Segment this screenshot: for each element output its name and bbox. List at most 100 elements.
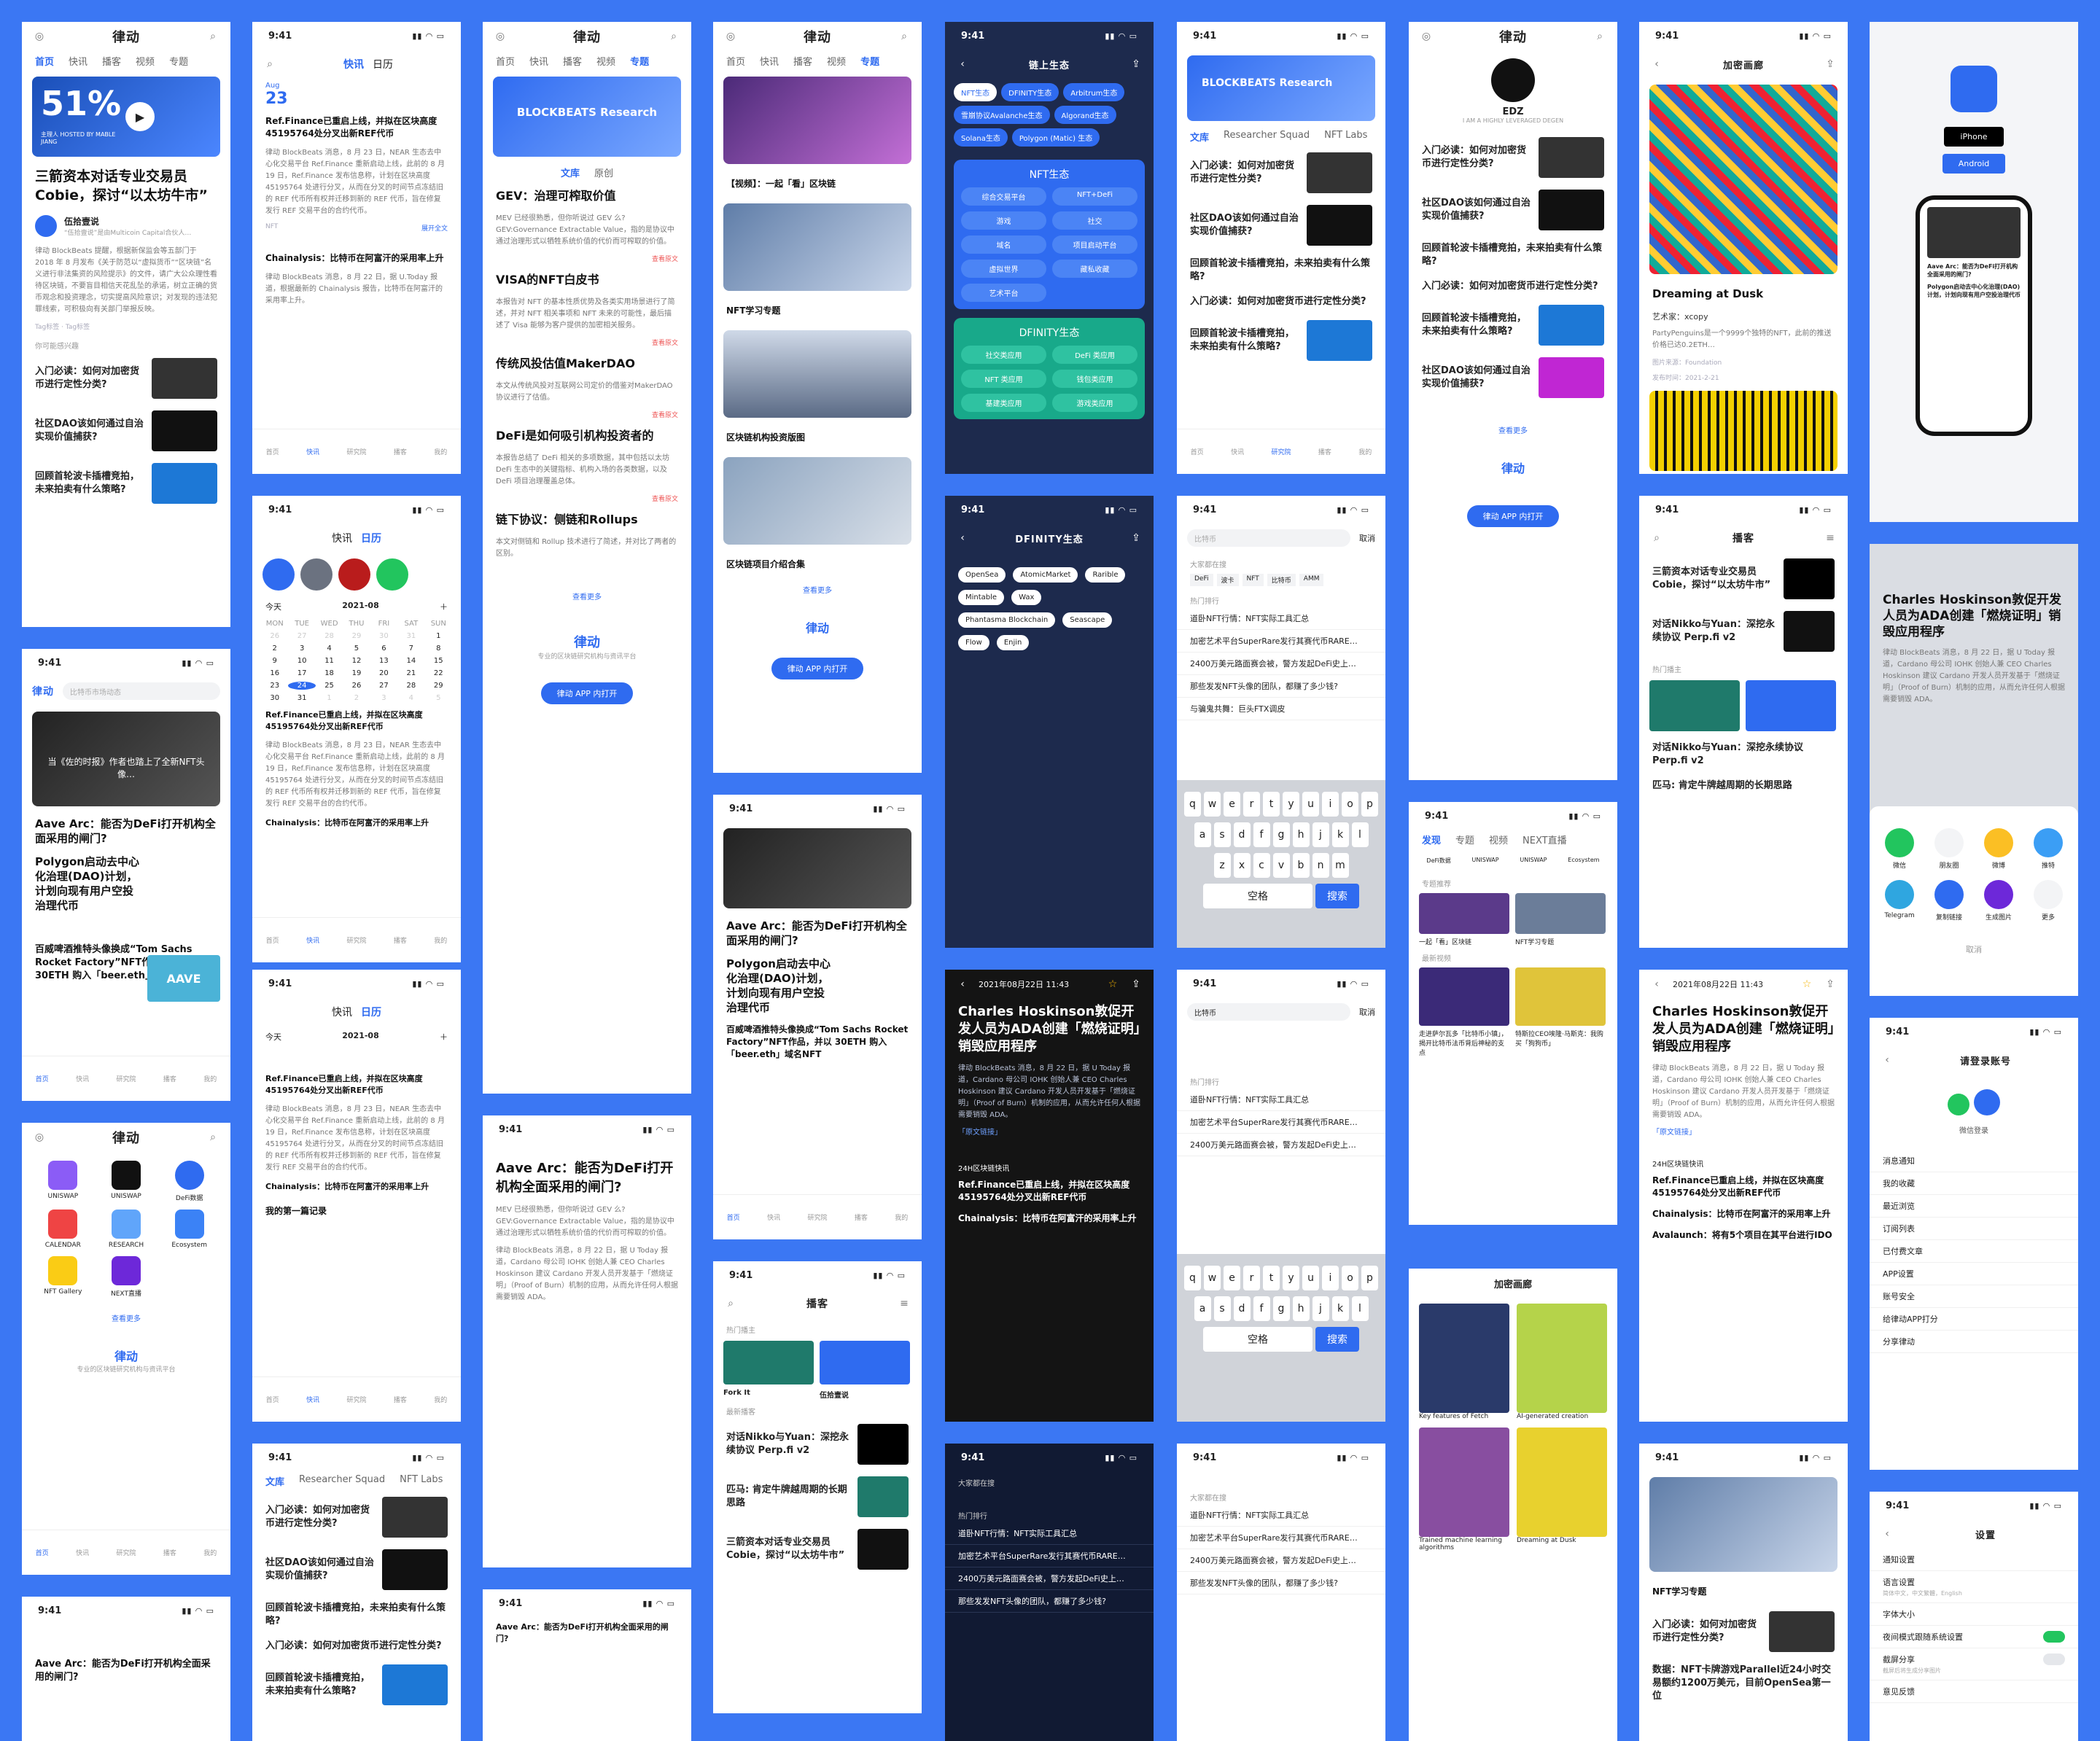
user-icon[interactable]: ◎ <box>32 1130 47 1145</box>
podcast-thumb[interactable] <box>820 1341 910 1384</box>
android-download-button[interactable]: Android <box>1942 154 2006 174</box>
calendar-day[interactable]: 21 <box>397 669 424 677</box>
share-icon[interactable]: ⇪ <box>1823 977 1838 992</box>
cancel-button[interactable]: 取消 <box>1359 532 1375 544</box>
calendar-day[interactable]: 29 <box>343 632 370 640</box>
calendar-day[interactable]: 13 <box>370 657 397 665</box>
calendar-day[interactable]: 9 <box>261 657 288 665</box>
calendar-day[interactable]: 31 <box>288 694 315 702</box>
share-telegram[interactable]: Telegram <box>1880 880 1919 922</box>
calendar-day[interactable]: 26 <box>343 682 370 690</box>
star-icon[interactable]: ☆ <box>1105 977 1120 992</box>
expand-link[interactable]: 展开全文 <box>421 223 448 233</box>
search-icon[interactable]: ⌕ <box>897 29 911 44</box>
search-icon[interactable]: ⌕ <box>262 57 277 71</box>
ios-download-button[interactable]: iPhone <box>1944 127 2004 147</box>
calendar-day[interactable]: 16 <box>261 669 288 677</box>
dapp-item[interactable]: UNISWAP <box>98 1161 155 1202</box>
tab-calendar[interactable]: 日历 <box>361 531 381 545</box>
back-icon[interactable]: ‹ <box>1880 1053 1894 1067</box>
hero-banner[interactable] <box>723 828 911 908</box>
list-item[interactable]: 社区DAO该如何通过自治实现价值捕获? <box>22 405 230 457</box>
open-in-app-button[interactable]: 律动 APP 内打开 <box>540 682 634 704</box>
news-title[interactable]: Ref.Finance已重启上线，并拟在区块高度45195764处分叉出新REF… <box>252 705 461 737</box>
calendar-day[interactable]: 17 <box>288 669 315 677</box>
search-icon[interactable]: ⌕ <box>1649 531 1664 545</box>
share-weibo[interactable]: 微博 <box>1979 828 2018 870</box>
dapp-item[interactable]: Ecosystem <box>161 1210 217 1249</box>
calendar-day[interactable]: 3 <box>288 644 315 653</box>
dapp-item[interactable]: UNISWAP <box>35 1161 91 1202</box>
dapp-item[interactable]: RESEARCH <box>98 1210 155 1249</box>
search-icon[interactable]: ⌕ <box>1592 29 1607 44</box>
add-icon[interactable]: ＋ <box>440 1031 448 1043</box>
dapp-item[interactable]: NEXT直播 <box>98 1256 155 1298</box>
search-bar[interactable]: 比特币市场动态 <box>63 682 220 700</box>
calendar-day[interactable]: 31 <box>397 632 424 640</box>
calendar-day[interactable]: 25 <box>316 682 343 690</box>
calendar-day[interactable]: 4 <box>397 694 424 702</box>
calendar-day[interactable]: 8 <box>425 644 452 653</box>
play-icon[interactable]: ▶ <box>125 102 155 131</box>
video-thumb[interactable] <box>723 77 911 164</box>
search-key[interactable]: 搜索 <box>1315 884 1359 908</box>
tab-calendar[interactable]: 日历 <box>373 57 393 71</box>
share-copy-link[interactable]: 复制链接 <box>1929 880 1969 922</box>
add-icon[interactable]: ＋ <box>440 601 448 612</box>
menu-icon[interactable]: ≡ <box>1823 531 1838 545</box>
star-icon[interactable]: ☆ <box>1800 977 1814 992</box>
calendar-day[interactable]: 15 <box>425 657 452 665</box>
search-icon[interactable]: ⌕ <box>206 1130 220 1145</box>
user-icon[interactable]: ◎ <box>493 29 508 44</box>
calendar-day[interactable]: 10 <box>288 657 315 665</box>
article-thumb[interactable] <box>723 457 911 545</box>
back-icon[interactable]: ‹ <box>1649 57 1664 71</box>
list-item[interactable]: 回顾首轮波卡插槽竞拍，未来拍卖有什么策略? <box>22 457 230 510</box>
user-icon[interactable]: ◎ <box>1419 29 1434 44</box>
calendar-day[interactable]: 1 <box>316 694 343 702</box>
calendar-day[interactable]: 7 <box>397 644 424 653</box>
user-icon[interactable]: ◎ <box>723 29 738 44</box>
dapp-item[interactable]: DeFi数据 <box>161 1161 217 1202</box>
podcast-thumb[interactable] <box>723 1341 814 1384</box>
aave-banner[interactable]: AAVE <box>147 955 220 1002</box>
nft-thumb[interactable] <box>723 203 911 291</box>
list-item[interactable]: 入门必读：如何对加密货币进行定性分类? <box>22 352 230 405</box>
nav-topic[interactable]: 专题 <box>169 54 188 68</box>
back-icon[interactable]: ‹ <box>1649 977 1664 992</box>
calendar-day[interactable]: 19 <box>343 669 370 677</box>
nav-home[interactable]: 首页 <box>35 54 54 68</box>
calendar-day[interactable]: 22 <box>425 669 452 677</box>
calendar-day[interactable]: 4 <box>316 644 343 653</box>
back-icon[interactable]: ‹ <box>1880 1527 1894 1541</box>
list-item[interactable]: 回顾首轮波卡插槽竞拍，未来拍卖有什么策略? <box>252 1659 461 1711</box>
search-icon[interactable]: ⌕ <box>666 29 681 44</box>
today-label[interactable]: 今天 <box>265 601 281 612</box>
hero-banner[interactable]: 51% 主理人 HOSTED BY MABLE JIANG ▶ <box>32 77 220 157</box>
calendar-day[interactable]: 29 <box>425 682 452 690</box>
tab-me[interactable]: 我的 <box>203 1074 217 1083</box>
back-icon[interactable]: ‹ <box>955 57 970 71</box>
calendar-day[interactable]: 27 <box>288 632 315 640</box>
calendar-day[interactable]: 14 <box>397 657 424 665</box>
calendar-day[interactable]: 24 <box>288 682 316 690</box>
share-icon[interactable]: ⇪ <box>1129 977 1143 992</box>
share-image[interactable]: 生成图片 <box>1979 880 2018 922</box>
calendar-day[interactable]: 27 <box>370 682 397 690</box>
search-input[interactable]: 比特币 <box>1187 529 1350 547</box>
calendar-day[interactable]: 2 <box>343 694 370 702</box>
search-icon[interactable]: ⌕ <box>206 29 220 44</box>
calendar-day[interactable]: 3 <box>370 694 397 702</box>
calendar-day[interactable]: 12 <box>343 657 370 665</box>
author-row[interactable]: 伍拾壹说 “伍拾壹说”是由Multicoin Capital合伙人… <box>22 209 230 243</box>
calendar-day[interactable]: 23 <box>261 682 288 690</box>
avatar[interactable] <box>300 558 332 591</box>
hero-banner[interactable]: 当《佐的时报》作者也踏上了全新NFT头像… <box>32 712 220 806</box>
dapp-item[interactable]: NFT Gallery <box>35 1256 91 1298</box>
share-icon[interactable]: ⇪ <box>1129 531 1143 545</box>
calendar-day[interactable]: 26 <box>261 632 288 640</box>
back-icon[interactable]: ‹ <box>955 977 970 992</box>
nft-thumb[interactable] <box>1649 1477 1838 1572</box>
toggle-switch[interactable] <box>2043 1654 2065 1665</box>
nav-flash[interactable]: 快讯 <box>69 54 88 68</box>
